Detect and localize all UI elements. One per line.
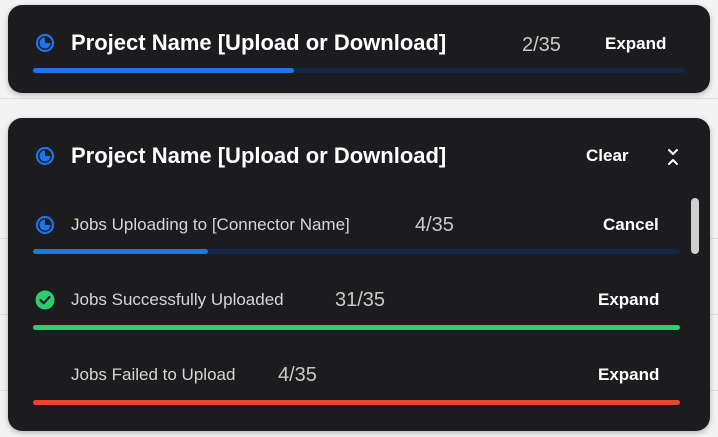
check-circle-icon	[35, 290, 55, 310]
job-progress-fill	[33, 400, 680, 405]
collapsed-upload-panel: Project Name [Upload or Download] 2/35 E…	[8, 5, 710, 93]
expand-button[interactable]: Expand	[598, 365, 659, 385]
job-count: 4/35	[415, 214, 454, 236]
job-label: Jobs Uploading to [Connector Name]	[71, 215, 350, 234]
job-count: 31/35	[335, 289, 386, 311]
job-progress-track	[33, 249, 680, 254]
panel-title: Project Name [Upload or Download]	[71, 30, 447, 55]
scrollbar-thumb[interactable]	[691, 198, 699, 254]
job-progress-fill	[33, 325, 680, 330]
job-count: 4/35	[278, 364, 317, 386]
job-label: Jobs Failed to Upload	[71, 365, 236, 384]
collapse-chevrons-icon[interactable]	[666, 147, 680, 167]
clear-button[interactable]: Clear	[586, 146, 629, 166]
job-progress-fill	[33, 249, 208, 254]
panel-title: Project Name [Upload or Download]	[71, 143, 447, 168]
progress-spinner-icon	[35, 146, 55, 166]
progress-spinner-icon	[35, 215, 55, 235]
job-progress-track	[33, 400, 680, 405]
progress-fill	[33, 68, 294, 73]
job-progress-track	[33, 325, 680, 330]
expanded-upload-panel: Project Name [Upload or Download] Clear …	[8, 118, 710, 431]
progress-spinner-icon	[35, 33, 55, 53]
expand-button[interactable]: Expand	[605, 34, 666, 54]
progress-count: 2/35	[522, 34, 561, 56]
job-label: Jobs Successfully Uploaded	[71, 290, 284, 309]
background-divider	[0, 98, 718, 99]
progress-track	[33, 68, 685, 73]
expand-button[interactable]: Expand	[598, 290, 659, 310]
cancel-button[interactable]: Cancel	[603, 215, 659, 235]
